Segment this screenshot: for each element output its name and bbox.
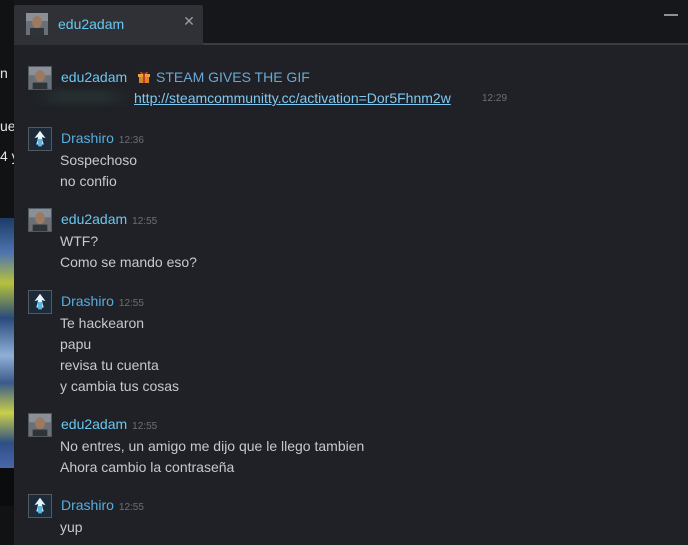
- timestamp: 12:55: [132, 421, 158, 432]
- avatar[interactable]: [28, 494, 52, 518]
- gift-icon: [138, 71, 150, 83]
- redacted-area: [32, 90, 132, 104]
- sender-name[interactable]: Drashiro 12:36: [61, 130, 144, 146]
- message-text: papu: [60, 336, 92, 352]
- gift-title: STEAM GIVES THE GIF: [156, 69, 310, 85]
- timestamp: 12:55: [118, 502, 144, 513]
- background-text-fragment: 4 y: [0, 148, 14, 164]
- message-link[interactable]: http://steamcommunitty.cc/activation=Dor…: [134, 90, 451, 106]
- background-text-fragment: ue: [0, 118, 14, 134]
- message-text: no confio: [60, 173, 117, 189]
- background-artwork: [0, 218, 14, 468]
- message-text: No entres, un amigo me dijo que le llego…: [60, 438, 365, 454]
- sender-name[interactable]: edu2adam: [61, 69, 127, 85]
- timestamp: 12:55: [132, 216, 158, 227]
- message-text: yup: [60, 519, 83, 535]
- avatar[interactable]: [28, 127, 52, 151]
- avatar[interactable]: [28, 413, 52, 437]
- sender-name[interactable]: edu2adam 12:55: [61, 416, 157, 432]
- timestamp: 12:36: [118, 135, 144, 146]
- friend-avatar: [26, 13, 48, 35]
- sender-name[interactable]: edu2adam 12:55: [61, 211, 157, 227]
- timestamp: 12:29: [482, 93, 508, 104]
- message-text: WTF?: [60, 233, 99, 249]
- message-text: revisa tu cuenta: [60, 357, 159, 373]
- background-app-sliver: n ue 4 y: [0, 0, 14, 545]
- message-text: Sospechoso: [60, 152, 138, 168]
- sender-name[interactable]: Drashiro 12:55: [61, 497, 144, 513]
- background-text-fragment: n: [0, 65, 8, 81]
- chat-titlebar: edu2adam ✕: [14, 0, 688, 45]
- sender-name[interactable]: Drashiro 12:55: [61, 293, 144, 309]
- avatar[interactable]: [28, 290, 52, 314]
- message-text: Te hackearon: [60, 315, 145, 331]
- message-text: y cambia tus cosas: [60, 378, 180, 394]
- background-artwork-dark: [0, 468, 14, 506]
- message-text: Como se mando eso?: [60, 254, 197, 270]
- chat-window: edu2adam ✕ edu2adam STEAM GIVES THE GIF …: [14, 0, 688, 545]
- avatar[interactable]: [28, 208, 52, 232]
- timestamp: 12:55: [118, 298, 144, 309]
- message-text: Ahora cambio la contraseña: [60, 459, 235, 475]
- chat-tab-label: edu2adam: [58, 16, 125, 32]
- chat-tab-edu2adam[interactable]: edu2adam ✕: [14, 5, 203, 45]
- close-icon[interactable]: ✕: [182, 14, 196, 28]
- message-log: edu2adam STEAM GIVES THE GIF http://stea…: [14, 45, 688, 545]
- avatar[interactable]: [28, 66, 52, 90]
- minimize-icon[interactable]: [664, 14, 678, 16]
